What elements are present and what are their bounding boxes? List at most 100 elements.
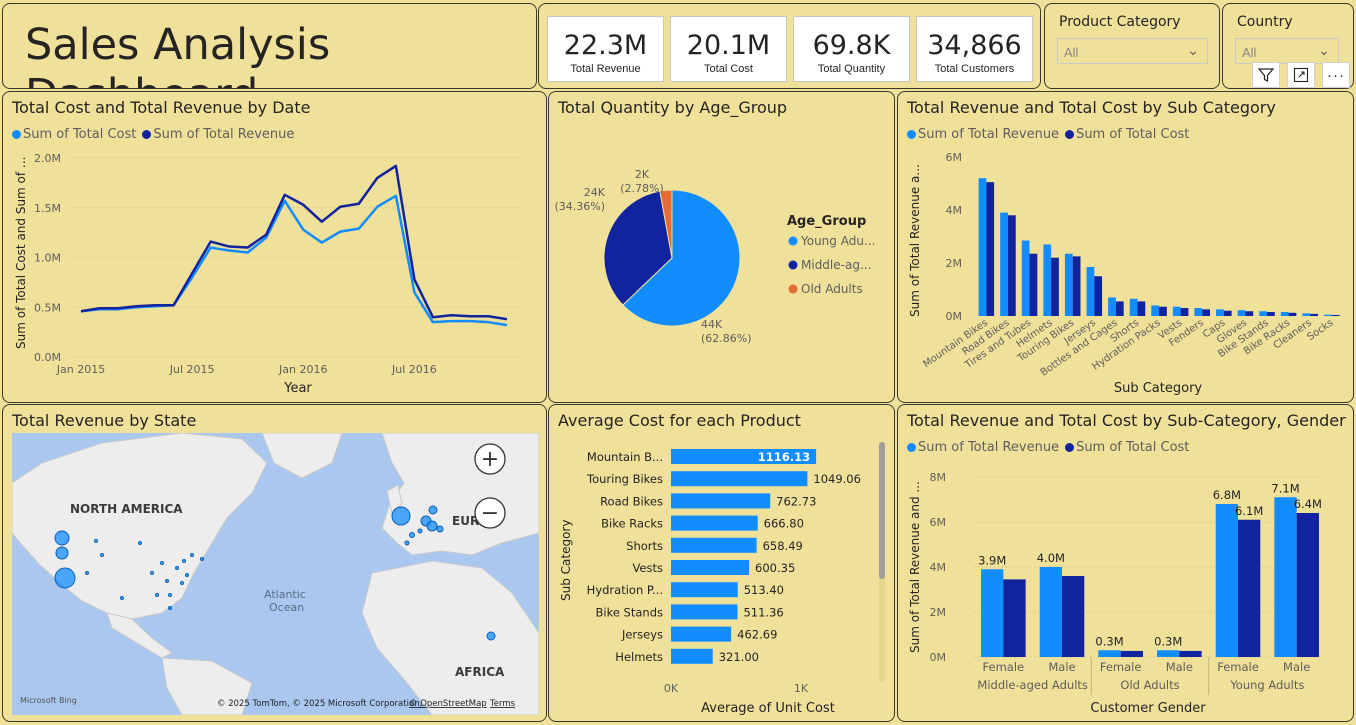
pie-chart-panel[interactable]: Total Quantity by Age_Group Age_Group 44… xyxy=(548,91,895,403)
column-bar[interactable] xyxy=(1202,309,1211,316)
column-bar[interactable] xyxy=(1108,297,1116,316)
column-bar[interactable] xyxy=(981,569,1004,657)
column-bar[interactable] xyxy=(1129,298,1138,316)
map-panel[interactable]: Total Revenue by State NORTH AMERICA Atl… xyxy=(2,404,547,722)
map-bubble[interactable] xyxy=(160,561,164,565)
map-bubble[interactable] xyxy=(428,505,438,515)
map-bubble[interactable] xyxy=(486,631,496,641)
column-bar[interactable] xyxy=(1098,650,1121,657)
column-bar[interactable] xyxy=(1003,579,1026,657)
horizontal-bar[interactable] xyxy=(671,471,808,487)
map-bubble[interactable] xyxy=(409,532,415,538)
map-bubble[interactable] xyxy=(180,581,184,585)
map-bubble[interactable] xyxy=(150,571,154,575)
column-bar[interactable] xyxy=(1072,256,1081,316)
kpi-card-quantity[interactable]: 69.8K Total Quantity xyxy=(793,16,910,82)
column-bar[interactable] xyxy=(1021,240,1030,316)
column-bar[interactable] xyxy=(1245,311,1254,316)
map-bubble[interactable] xyxy=(54,530,70,546)
column-bar[interactable] xyxy=(1274,497,1297,657)
map-bubble[interactable] xyxy=(155,593,159,597)
map-bubble[interactable] xyxy=(100,553,104,557)
horizontal-bar[interactable] xyxy=(671,537,757,553)
column-bar[interactable] xyxy=(1324,314,1332,316)
column-bar[interactable] xyxy=(1331,314,1340,316)
column-bar[interactable] xyxy=(1029,253,1038,316)
pie-chart[interactable]: Age_Group 44K(62.86%) Young Adu... 24K(34.… xyxy=(549,92,895,403)
column-bar[interactable] xyxy=(1180,308,1189,316)
column-bar[interactable] xyxy=(1267,312,1275,316)
column-bar[interactable] xyxy=(1051,257,1059,316)
map-bubble[interactable] xyxy=(138,541,142,545)
column-bar[interactable] xyxy=(1064,253,1073,316)
subcategory-chart-panel[interactable]: Total Revenue and Total Cost by Sub Cate… xyxy=(897,91,1354,403)
zoom-in-button[interactable]: + xyxy=(474,443,506,475)
horizontal-bar[interactable] xyxy=(671,626,732,642)
column-bar[interactable] xyxy=(1086,266,1095,316)
column-bar[interactable] xyxy=(1043,244,1052,316)
map-bubble[interactable] xyxy=(200,557,204,561)
column-bar[interactable] xyxy=(1216,309,1224,316)
horizontal-bar[interactable] xyxy=(671,515,758,531)
map-bubble[interactable] xyxy=(404,540,410,546)
column-bar[interactable] xyxy=(1215,504,1238,657)
more-options-button[interactable]: ··· xyxy=(1322,62,1350,88)
column-bar[interactable] xyxy=(1296,513,1319,657)
column-bar[interactable] xyxy=(1159,306,1167,316)
map-bubble[interactable] xyxy=(185,573,189,577)
line-chart[interactable]: Sum of Total Cost and Sum of ... Year 0.… xyxy=(3,92,547,403)
terms-link[interactable]: Terms xyxy=(489,699,516,709)
subcategory-column-chart[interactable]: Sum of Total Revenue a... Sub Category 0… xyxy=(898,92,1354,403)
map-bubble[interactable] xyxy=(54,567,76,589)
gender-column-chart[interactable]: Sum of Total Revenue and ... Customer Ge… xyxy=(898,405,1354,722)
map-bubble[interactable] xyxy=(165,579,169,583)
column-bar[interactable] xyxy=(1115,301,1124,316)
map-bubble[interactable] xyxy=(190,553,194,557)
map-bubble[interactable] xyxy=(417,528,423,534)
scrollbar-thumb[interactable] xyxy=(879,442,885,579)
zoom-out-button[interactable]: − xyxy=(474,497,506,529)
column-bar[interactable] xyxy=(1194,308,1203,316)
horizontal-bar[interactable] xyxy=(671,582,738,598)
horizontal-bar[interactable] xyxy=(671,493,771,509)
column-bar[interactable] xyxy=(1157,650,1180,657)
country-dropdown[interactable]: All ⌄ xyxy=(1235,38,1339,64)
map-bubble[interactable] xyxy=(391,506,411,526)
horizontal-bar[interactable] xyxy=(671,560,750,575)
column-bar[interactable] xyxy=(1259,311,1268,316)
horizontal-bar[interactable] xyxy=(671,604,738,620)
column-bar[interactable] xyxy=(1007,215,1016,316)
revenue-map[interactable]: NORTH AMERICA Atlantic Ocean EUR AFRICA xyxy=(12,433,539,715)
column-bar[interactable] xyxy=(1039,567,1062,657)
column-bar[interactable] xyxy=(1094,276,1103,316)
kpi-card-customers[interactable]: 34,866 Total Customers xyxy=(916,16,1033,82)
gender-chart-panel[interactable]: Total Revenue and Total Cost by Sub-Cate… xyxy=(897,404,1354,722)
column-bar[interactable] xyxy=(1302,313,1311,316)
kpi-card-revenue[interactable]: 22.3M Total Revenue xyxy=(547,16,664,82)
avg-cost-chart-panel[interactable]: Average Cost for each Product Sub Catego… xyxy=(548,404,895,722)
map-bubble[interactable] xyxy=(55,546,69,560)
column-bar[interactable] xyxy=(1120,650,1143,657)
column-bar[interactable] xyxy=(1288,312,1297,316)
map-bubble[interactable] xyxy=(182,559,186,563)
filter-icon[interactable] xyxy=(1252,62,1280,88)
column-bar[interactable] xyxy=(1151,305,1160,316)
column-bar[interactable] xyxy=(1237,310,1246,316)
column-bar[interactable] xyxy=(1223,310,1232,316)
map-bubble[interactable] xyxy=(175,566,179,570)
column-bar[interactable] xyxy=(978,178,987,316)
map-bubble[interactable] xyxy=(168,606,172,610)
map-bubble[interactable] xyxy=(94,539,98,543)
map-bubble[interactable] xyxy=(85,571,89,575)
column-bar[interactable] xyxy=(1062,576,1085,657)
product-category-dropdown[interactable]: All ⌄ xyxy=(1057,38,1208,64)
avg-cost-bar-chart[interactable]: Sub Category Average of Unit Cost Mounta… xyxy=(549,405,895,722)
map-bubble[interactable] xyxy=(120,596,124,600)
column-bar[interactable] xyxy=(1000,212,1008,316)
map-bubble[interactable] xyxy=(168,593,172,597)
line-chart-panel[interactable]: Total Cost and Total Revenue by Date Sum… xyxy=(2,91,547,403)
map-bubble[interactable] xyxy=(426,520,438,532)
column-bar[interactable] xyxy=(1280,312,1289,316)
column-bar[interactable] xyxy=(1137,301,1146,316)
focus-mode-icon[interactable] xyxy=(1287,62,1315,88)
